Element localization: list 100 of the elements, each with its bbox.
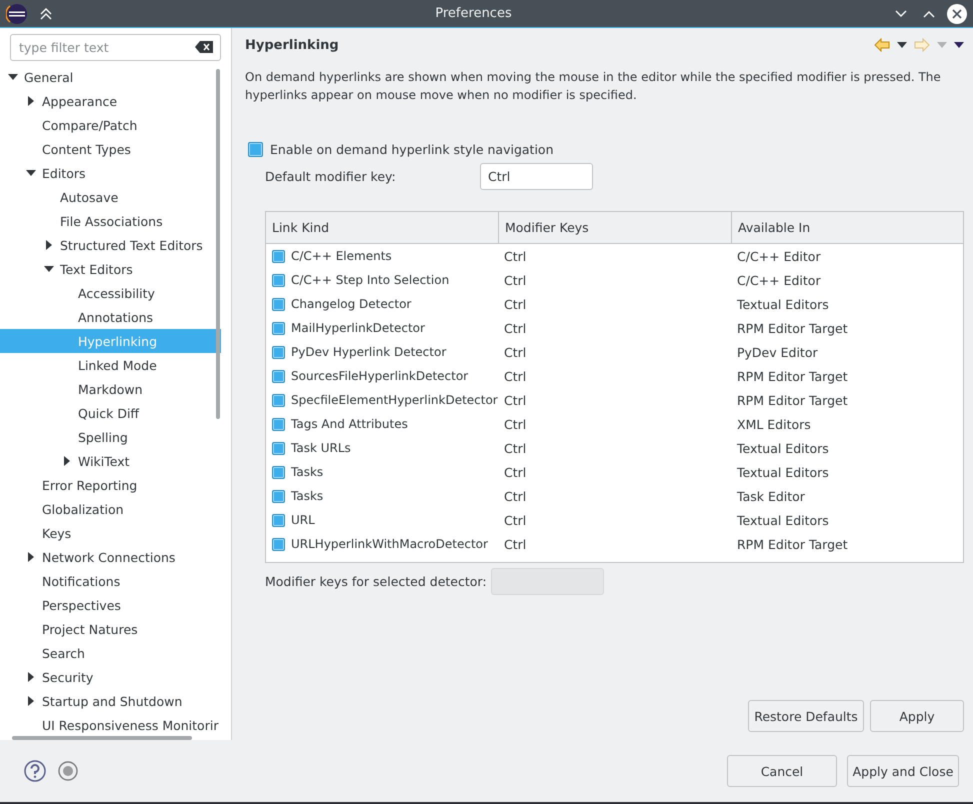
table-cell: C/C++ Step Into Selection [291, 273, 450, 287]
checkbox[interactable] [272, 466, 285, 478]
tree-item[interactable]: Autosave [0, 185, 221, 209]
dropdown-icon[interactable] [897, 42, 907, 48]
page-title: Hyperlinking [245, 38, 340, 52]
table-cell: MailHyperlinkDetector [291, 321, 425, 335]
checkbox[interactable] [272, 322, 285, 334]
checkbox[interactable] [272, 418, 285, 430]
table-cell: C/C++ Elements [291, 249, 392, 263]
apply-and-close-button[interactable]: Apply and Close [847, 755, 959, 787]
help-icon[interactable] [24, 760, 46, 782]
column-header[interactable]: Modifier Keys [499, 212, 732, 243]
table-cell: Task Editor [737, 488, 805, 504]
tree-item[interactable]: Security [0, 665, 221, 689]
table-cell: Ctrl [504, 488, 526, 504]
checkbox[interactable] [272, 442, 285, 454]
table-cell: Tasks [291, 489, 324, 503]
table-cell: Tags And Attributes [291, 417, 408, 431]
tree-item[interactable]: Globalization [0, 497, 221, 521]
tree-item[interactable]: Appearance [0, 89, 221, 113]
collapsed-arrow-icon[interactable] [26, 696, 36, 706]
tree-item[interactable]: Text Editors [0, 257, 221, 281]
table-cell: SourcesFileHyperlinkDetector [291, 369, 468, 383]
tree-item[interactable]: File Associations [0, 209, 221, 233]
close-icon[interactable] [947, 4, 967, 24]
table-cell: Ctrl [504, 440, 526, 456]
table-cell: Textual Editors [737, 512, 829, 528]
tree-item[interactable]: Linked Mode [0, 353, 221, 377]
checkbox[interactable] [272, 274, 285, 286]
modifier-key-field[interactable]: Ctrl [480, 163, 593, 190]
tree-item[interactable]: Keys [0, 521, 221, 545]
table-cell: Changelog Detector [291, 297, 412, 311]
expanded-arrow-icon[interactable] [26, 168, 36, 178]
record-icon[interactable] [58, 761, 78, 781]
tree-item[interactable]: Project Natures [0, 617, 221, 641]
tree-item[interactable]: Error Reporting [0, 473, 221, 497]
table-cell: Ctrl [504, 368, 526, 384]
expanded-arrow-icon[interactable] [44, 264, 54, 274]
table-cell: Task URLs [291, 441, 351, 455]
tree-item[interactable]: Accessibility [0, 281, 221, 305]
checkbox[interactable] [272, 490, 285, 502]
checkbox[interactable] [272, 346, 285, 358]
column-header[interactable]: Link Kind [266, 212, 499, 243]
tree-item[interactable]: Spelling [0, 425, 221, 449]
tree-item[interactable]: Markdown [0, 377, 221, 401]
table-cell: Textual Editors [737, 296, 829, 312]
apply-button[interactable]: Apply [870, 700, 964, 732]
table-cell: Ctrl [504, 512, 526, 528]
tree-item[interactable]: Search [0, 641, 221, 665]
table-cell: SpecfileElementHyperlinkDetector [291, 393, 498, 407]
cancel-button[interactable]: Cancel [727, 755, 837, 787]
tree-item[interactable]: WikiText [0, 449, 221, 473]
checkbox-label: Enable on demand hyperlink style navigation [270, 142, 554, 157]
tree-item[interactable]: UI Responsiveness Monitorir [0, 713, 221, 737]
table-cell: RPM Editor Target [737, 392, 848, 408]
tree-item[interactable]: Structured Text Editors [0, 233, 221, 257]
tree-item[interactable]: Perspectives [0, 593, 221, 617]
table-cell: PyDev Hyperlink Detector [291, 345, 446, 359]
checkbox[interactable] [272, 538, 285, 550]
window-title: Preferences [434, 6, 513, 21]
table-cell: Ctrl [504, 536, 526, 552]
checkbox[interactable] [248, 142, 263, 157]
filter-field[interactable]: type filter text [10, 34, 221, 61]
tree-item[interactable]: Content Types [0, 137, 221, 161]
tree-item[interactable]: Compare/Patch [0, 113, 221, 137]
keep-above-icon[interactable] [39, 6, 53, 20]
tree-item[interactable]: Quick Diff [0, 401, 221, 425]
tree-item[interactable]: General [0, 65, 221, 89]
checkbox[interactable] [272, 394, 285, 406]
tree-item[interactable]: Startup and Shutdown [0, 689, 221, 713]
modifier-keys-field[interactable] [490, 568, 604, 595]
tree-item[interactable]: Editors [0, 161, 221, 185]
view-menu-icon[interactable] [954, 42, 964, 48]
tree-item[interactable]: Network Connections [0, 545, 221, 569]
column-header[interactable]: Available In [732, 212, 963, 243]
checkbox[interactable] [272, 514, 285, 526]
table-cell: Ctrl [504, 344, 526, 360]
table-cell: RPM Editor Target [737, 368, 848, 384]
checkbox[interactable] [272, 250, 285, 262]
tree-item[interactable]: Notifications [0, 569, 221, 593]
collapsed-arrow-icon[interactable] [44, 240, 54, 250]
scrollbar[interactable] [216, 69, 220, 419]
table-cell: Ctrl [504, 464, 526, 480]
table-cell: Textual Editors [737, 440, 829, 456]
checkbox[interactable] [272, 370, 285, 382]
checkbox[interactable] [272, 298, 285, 310]
collapsed-arrow-icon[interactable] [26, 552, 36, 562]
collapsed-arrow-icon[interactable] [26, 672, 36, 682]
restore-defaults-button[interactable]: Restore Defaults [748, 700, 864, 732]
table-cell: XML Editors [737, 416, 811, 432]
table-cell: Ctrl [504, 392, 526, 408]
expanded-arrow-icon[interactable] [8, 72, 18, 82]
table-cell: URL [291, 513, 315, 527]
scrollbar[interactable] [12, 736, 192, 740]
collapsed-arrow-icon[interactable] [26, 96, 36, 106]
table-cell: C/C++ Editor [737, 272, 821, 288]
tree-item[interactable]: Annotations [0, 305, 221, 329]
clear-icon[interactable] [195, 41, 213, 53]
collapsed-arrow-icon[interactable] [62, 456, 72, 466]
back-arrow-icon[interactable] [874, 38, 890, 52]
